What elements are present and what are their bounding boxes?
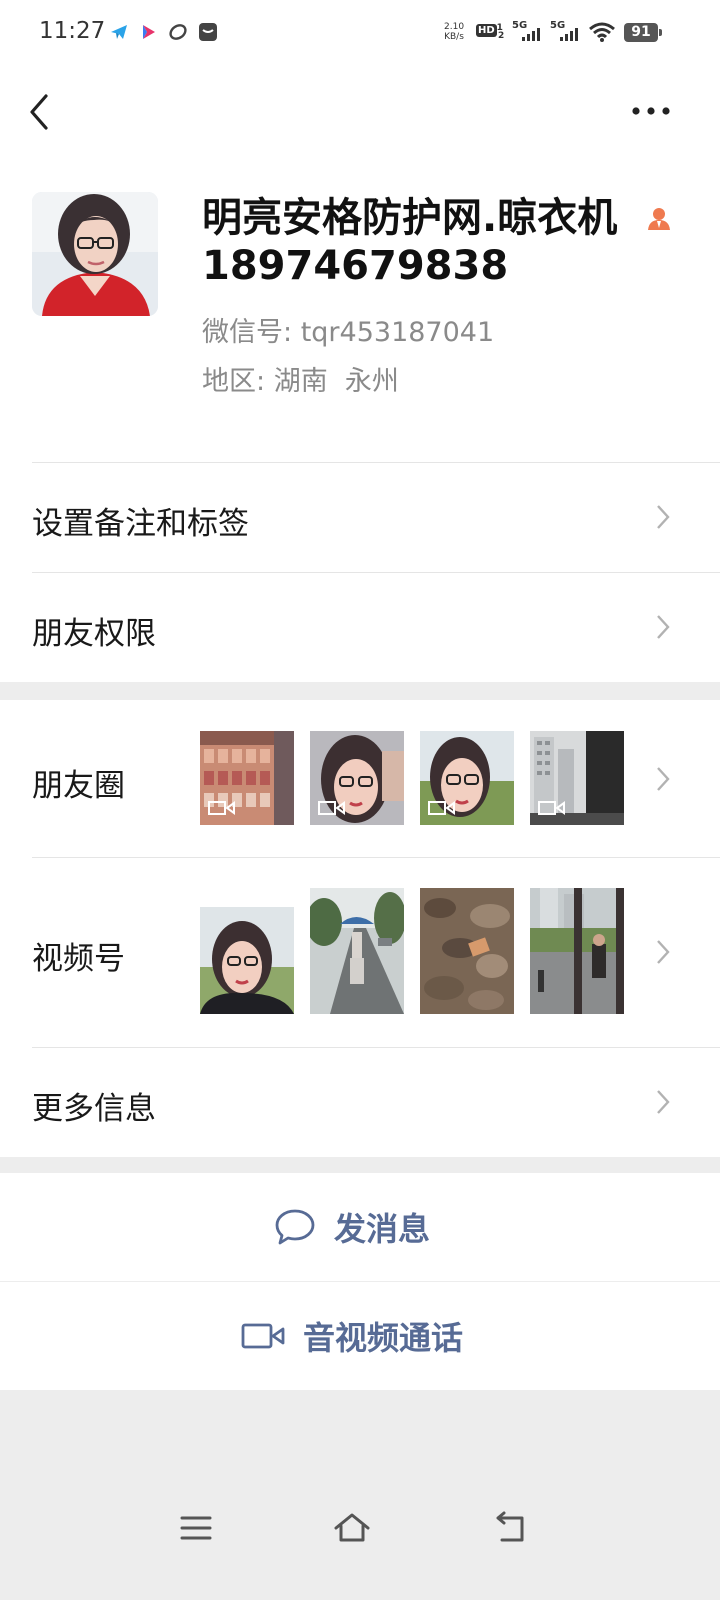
top-navbar <box>0 64 720 160</box>
arrow-app-icon <box>139 22 159 42</box>
video-camera-icon <box>208 801 235 815</box>
channel-thumbnail <box>200 907 294 1014</box>
channel-thumbnail <box>310 888 404 1014</box>
person-icon <box>648 206 670 232</box>
row-label: 视频号 <box>32 941 125 977</box>
chat-bubble-icon <box>275 1209 315 1245</box>
wechat-id: tqr453187041 <box>300 317 495 348</box>
send-message-button[interactable]: 发消息 <box>0 1173 720 1281</box>
profile-header: 明亮安格防护网.晾衣机18974679838 微信号: tqr453187041… <box>0 160 720 462</box>
system-nav-bar <box>0 1480 720 1600</box>
hd-indicator: HD 12 <box>476 23 506 41</box>
status-bar: 11:27 2.10 KB/s HD 12 5G 5G 91 <box>0 0 720 64</box>
signal-icon: 5G <box>512 20 542 44</box>
divider <box>32 1047 720 1048</box>
region-value: 湖南 永州 <box>273 366 399 397</box>
moment-thumbnail <box>420 731 514 825</box>
chevron-left-icon[interactable] <box>22 90 58 134</box>
chevron-right-icon <box>657 615 670 639</box>
moment-thumbnail <box>200 731 294 825</box>
chevron-right-icon <box>657 767 670 791</box>
loop-app-icon <box>168 22 188 42</box>
chevron-right-icon <box>657 940 670 964</box>
video-call-icon <box>241 1323 285 1349</box>
av-call-label: 音视频通话 <box>303 1319 464 1357</box>
row-channels[interactable]: 视频号 <box>0 857 720 1047</box>
back-icon[interactable] <box>490 1510 530 1546</box>
region-line: 地区: 湖南 永州 <box>202 364 399 400</box>
row-label: 朋友权限 <box>32 616 156 652</box>
row-label: 设置备注和标签 <box>32 506 249 542</box>
more-dots-icon[interactable] <box>628 96 674 126</box>
signal-icon: 5G <box>550 20 580 44</box>
row-label: 朋友圈 <box>32 768 125 804</box>
net-speed-value: 2.10 <box>444 22 465 32</box>
send-message-content: 发消息 <box>274 1173 430 1281</box>
video-camera-icon <box>428 801 455 815</box>
battery-icon: 91 <box>624 23 662 42</box>
menu-icon[interactable] <box>176 1510 216 1546</box>
net-speed-unit: KB/s <box>444 32 464 42</box>
message-app-icon <box>198 22 218 42</box>
av-call-content: 音视频通话 <box>241 1282 463 1390</box>
divider <box>32 462 720 463</box>
wechat-id-label: 微信号: <box>202 317 293 348</box>
chevron-right-icon <box>657 1090 670 1114</box>
avatar[interactable] <box>32 192 158 316</box>
telegram-icon <box>109 22 129 42</box>
send-message-label: 发消息 <box>334 1210 431 1248</box>
hd-label: HD <box>476 24 497 37</box>
battery-level: 91 <box>631 24 651 40</box>
row-remark-tags[interactable]: 设置备注和标签 <box>0 462 720 572</box>
divider <box>32 572 720 573</box>
video-camera-icon <box>538 801 565 815</box>
hd-sub: 2 <box>497 31 505 41</box>
row-more-info[interactable]: 更多信息 <box>0 1047 720 1157</box>
row-moments[interactable]: 朋友圈 <box>0 700 720 857</box>
row-label: 更多信息 <box>32 1091 156 1127</box>
status-time: 11:27 <box>39 18 106 44</box>
channel-thumbnail <box>530 888 624 1014</box>
video-camera-icon <box>318 801 345 815</box>
moment-thumbnail <box>310 731 404 825</box>
channel-thumbnail <box>420 888 514 1014</box>
chevron-right-icon <box>657 505 670 529</box>
wechat-id-line: 微信号: tqr453187041 <box>202 315 494 351</box>
wifi-icon <box>588 21 616 43</box>
divider <box>32 857 720 858</box>
moment-thumbnail <box>530 731 624 825</box>
region-label: 地区: <box>202 366 266 397</box>
row-friend-permissions[interactable]: 朋友权限 <box>0 572 720 682</box>
network-speed: 2.10 KB/s <box>444 22 464 42</box>
home-icon[interactable] <box>332 1510 372 1546</box>
av-call-button[interactable]: 音视频通话 <box>0 1282 720 1390</box>
contact-name: 明亮安格防护网.晾衣机18974679838 <box>202 195 618 289</box>
